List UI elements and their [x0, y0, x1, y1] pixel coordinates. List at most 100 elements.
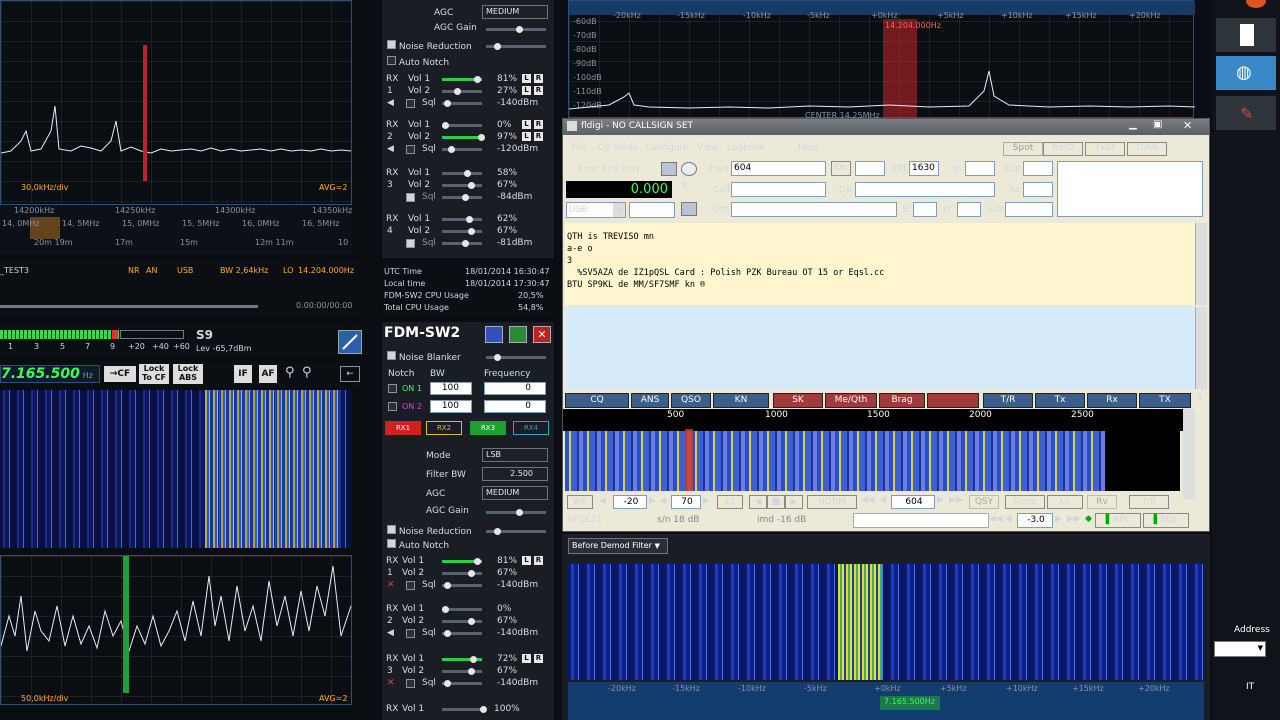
in-field[interactable] — [965, 161, 995, 176]
wf-button[interactable]: WF — [567, 495, 593, 509]
wf-range[interactable]: 70 — [671, 495, 701, 509]
notch2-checkbox[interactable] — [388, 402, 397, 411]
an-indicator[interactable]: AN — [146, 266, 157, 275]
macro-tx2[interactable]: TX — [1139, 393, 1191, 408]
vol1-slider[interactable] — [442, 558, 482, 565]
play-button[interactable]: ▶ — [785, 495, 803, 509]
auto-notch-checkbox[interactable] — [387, 56, 396, 65]
vol1-slider[interactable] — [442, 76, 482, 83]
vol2-left-button[interactable]: L — [522, 132, 531, 141]
rx2-spectrum[interactable]: 50,0kHz/div AVG=2 — [0, 555, 352, 705]
zoom-out-icon[interactable]: ⚲ — [285, 365, 295, 380]
tr-button[interactable]: T/R — [1129, 495, 1169, 509]
macro-ans[interactable]: ANS — [631, 393, 669, 408]
menu-view[interactable]: View — [697, 143, 718, 153]
status-mode[interactable]: BPSK31 — [567, 515, 602, 525]
mode-select[interactable]: USB ▼ — [566, 202, 626, 218]
vol1-left-button[interactable]: L — [522, 654, 531, 663]
agc-gain-slider[interactable] — [486, 26, 546, 33]
tune-button[interactable]: TUNE — [1127, 142, 1167, 156]
notch1-frequency[interactable]: 0 — [484, 382, 546, 395]
address-input[interactable]: ▼ — [1214, 641, 1266, 657]
window-close-icon[interactable]: ✕ — [1183, 119, 1192, 132]
minimize-button[interactable] — [485, 326, 503, 343]
wf-level-inc[interactable]: ▶ — [649, 496, 656, 506]
mute-icon[interactable]: ✕ — [387, 580, 395, 590]
st-field[interactable] — [913, 202, 937, 217]
rx-scrollbar[interactable] — [1195, 223, 1207, 305]
tx-scrollbar[interactable] — [1195, 307, 1207, 389]
vol1-slider[interactable] — [442, 122, 482, 129]
macro-kn[interactable]: KN — [713, 393, 769, 408]
rewind-button[interactable]: ◀ — [749, 495, 767, 509]
vol2-slider[interactable] — [442, 668, 482, 675]
fldigi-titlebar[interactable]: fldigi - NO CALLSIGN SET ▁ ▣ ✕ — [563, 119, 1209, 135]
rx2-frequency[interactable]: 7.165.500 — [1, 366, 80, 382]
vol2-right-button[interactable]: R — [534, 86, 543, 95]
agc-select[interactable]: MEDIUM — [482, 5, 548, 19]
notes-field[interactable] — [1057, 161, 1203, 217]
fldigi-waterfall[interactable] — [565, 431, 1105, 491]
txid-button[interactable]: TxID — [1085, 142, 1125, 156]
sql-checkbox[interactable] — [406, 581, 415, 590]
vol1-slider[interactable] — [442, 170, 482, 177]
clock-icon[interactable] — [681, 162, 697, 176]
demod-filter-select[interactable]: Before Demod Filter ▼ — [568, 538, 668, 554]
rxid-button[interactable]: RxID — [1043, 142, 1083, 156]
filter-bw-select[interactable]: 2.500 — [482, 467, 548, 481]
vol1-slider[interactable] — [442, 706, 487, 713]
macro-rx[interactable]: Rx — [1087, 393, 1137, 408]
op-field[interactable] — [855, 182, 995, 197]
vol1-left-button[interactable]: L — [522, 74, 531, 83]
macro-cq[interactable]: CQ — [565, 393, 629, 408]
vol1-left-button[interactable]: L — [522, 556, 531, 565]
menu-logbook[interactable]: Logbook — [727, 143, 765, 153]
sql-checkbox[interactable] — [406, 679, 415, 688]
wf-range-dec[interactable]: ◀ — [659, 496, 666, 506]
vol1-right-button[interactable]: R — [534, 74, 543, 83]
sql-checkbox[interactable] — [406, 629, 415, 638]
reverse-button[interactable]: Rv — [1087, 495, 1117, 509]
taskbar-item-globe[interactable]: ◍ — [1216, 56, 1276, 90]
rx4-button[interactable]: RX4 — [513, 421, 549, 435]
sql-button[interactable]: ▌SQL — [1143, 513, 1189, 528]
sql-checkbox[interactable] — [406, 99, 415, 108]
vol1-slider[interactable] — [442, 656, 482, 663]
vol1-slider[interactable] — [442, 606, 482, 613]
sql-slider[interactable] — [442, 582, 482, 589]
notch2-bw[interactable]: 100 — [430, 400, 472, 413]
progress-bar[interactable] — [0, 305, 258, 308]
on-field[interactable] — [855, 161, 885, 176]
top-right-spectrum[interactable]: -20kHz -15kHz -10kHz -5kHz +0kHz +5kHz +… — [568, 0, 1195, 120]
lock-button[interactable]: Lk — [1047, 495, 1083, 509]
demod-waterfall[interactable] — [568, 564, 1204, 680]
pen-icon[interactable] — [338, 330, 362, 354]
close-button[interactable]: ✕ — [533, 326, 551, 343]
wf-level[interactable]: -20 — [613, 495, 647, 509]
vol1-right-button[interactable]: R — [534, 556, 543, 565]
squelch-inc[interactable]: ▶ — [1055, 514, 1062, 524]
wf-range-inc[interactable]: ▶ — [703, 496, 710, 506]
qsy-button[interactable]: QSY — [969, 495, 999, 509]
vol1-right-button[interactable]: R — [534, 654, 543, 663]
pr-field[interactable] — [957, 202, 981, 217]
xcvr-freq-display[interactable]: 0.000 — [566, 181, 672, 198]
mute-icon[interactable]: ✕ — [387, 678, 395, 688]
mode-select[interactable]: LSB — [482, 448, 548, 462]
vol2-slider[interactable] — [442, 134, 485, 141]
rx2-button[interactable]: RX2 — [426, 421, 462, 435]
zoom-button[interactable]: x1 — [717, 495, 743, 509]
squelch-dec[interactable]: ◀ — [1005, 514, 1012, 524]
vol2-slider[interactable] — [442, 618, 482, 625]
az-field[interactable] — [1023, 182, 1053, 197]
taskbar-item-tool[interactable]: ✎ — [1216, 96, 1276, 130]
sql-slider[interactable] — [442, 680, 482, 687]
vol2-slider[interactable] — [442, 88, 482, 95]
macro-me-qth[interactable]: Me/Qth — [825, 393, 877, 408]
store-button[interactable]: Store — [1005, 495, 1045, 509]
noise-blanker-slider[interactable] — [486, 354, 546, 361]
squelch-value[interactable]: -3.0 — [1017, 513, 1053, 528]
freq-up[interactable]: ▶ — [937, 495, 944, 505]
sql-slider[interactable] — [442, 194, 482, 201]
speaker-icon[interactable]: ◀ — [387, 628, 394, 638]
